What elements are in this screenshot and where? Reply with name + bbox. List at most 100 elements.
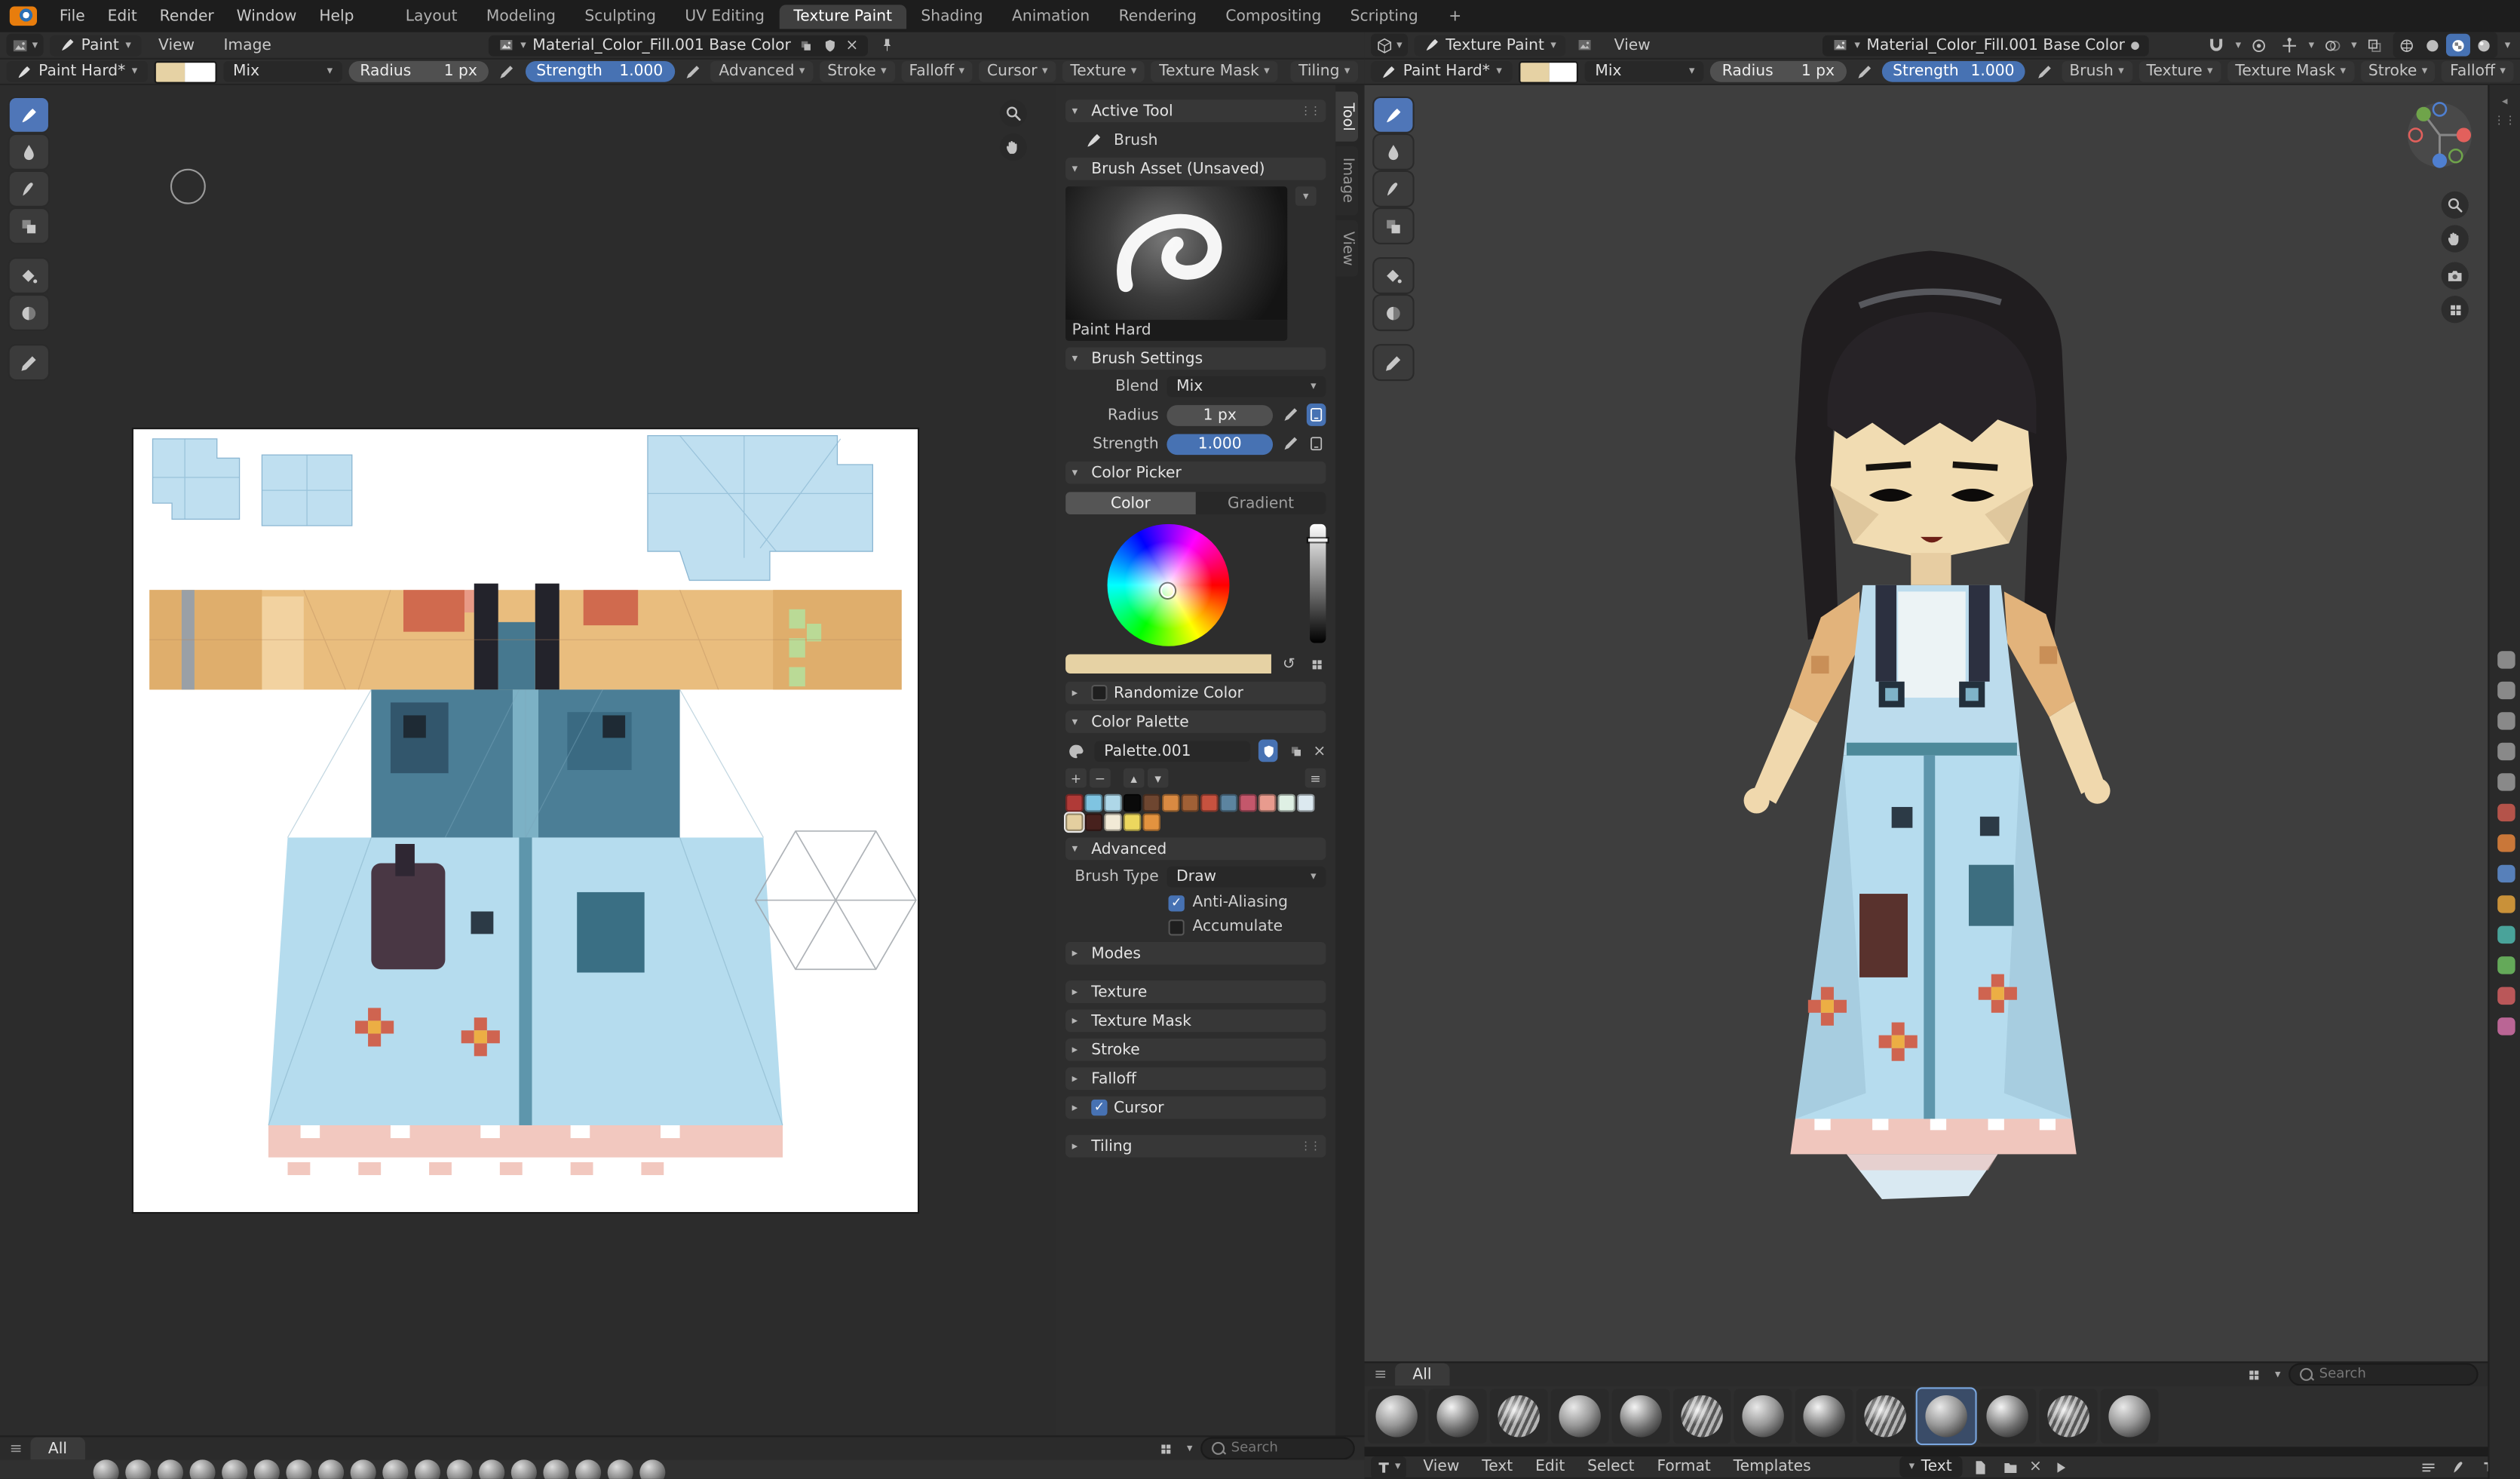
brush-color-swatches[interactable] (154, 60, 217, 83)
radius-field[interactable]: 1 px (1166, 404, 1273, 425)
editor-type-text-icon[interactable]: ▾ (1371, 1456, 1406, 1478)
brush-thumbnail[interactable] (1429, 1389, 1487, 1444)
brush-thumbnail[interactable] (1918, 1389, 1976, 1444)
strength-pressure-icon[interactable] (681, 60, 705, 83)
brush-thumbnail[interactable] (2101, 1389, 2159, 1444)
menu-file[interactable]: File (48, 4, 97, 28)
panel-texture[interactable]: ▸Texture (1065, 980, 1326, 1003)
character-model[interactable] (1654, 225, 2216, 1221)
brush-thumbnail[interactable] (1368, 1389, 1426, 1444)
brush-thumbnail[interactable] (415, 1459, 440, 1479)
properties-tab-output-icon[interactable] (2497, 712, 2514, 729)
tool-soften-button[interactable] (1374, 135, 1412, 169)
texture-image[interactable] (133, 429, 918, 1212)
brush-thumbnail[interactable] (94, 1459, 119, 1479)
option-anti-aliasing[interactable]: ✓Anti-Aliasing (1065, 894, 1326, 911)
workspace-tab-texture-paint[interactable]: Texture Paint (779, 4, 906, 28)
radius-slider[interactable]: Radius1 px (348, 61, 488, 82)
tool-fill-button[interactable] (1374, 259, 1412, 293)
tool-smear-button[interactable] (1374, 172, 1412, 206)
palette-swatch[interactable] (1124, 813, 1141, 830)
workspace-tab-shading[interactable]: Shading (906, 4, 998, 28)
duplicate-palette-icon[interactable] (1286, 739, 1305, 762)
brush-color-swatches[interactable] (1518, 60, 1579, 83)
show-gizmos-icon[interactable] (2278, 34, 2302, 57)
shelf-tab-all[interactable]: All (30, 1437, 84, 1459)
brush-thumbnail[interactable] (1734, 1389, 1792, 1444)
brush-thumbnail[interactable] (190, 1459, 216, 1479)
chevron-down-icon[interactable]: ▾ (2275, 1369, 2280, 1380)
text-menu-select[interactable]: Select (1576, 1455, 1645, 1479)
editor-corner-icon[interactable]: ◂ (2490, 85, 2520, 108)
unlink-palette-icon[interactable]: × (1313, 742, 1326, 759)
tool-annotate-button[interactable] (1374, 345, 1412, 379)
properties-tab-scene-icon[interactable] (2497, 773, 2514, 790)
workspace-tab-sculpting[interactable]: Sculpting (570, 4, 670, 28)
color-wheel-cursor[interactable] (1160, 584, 1175, 598)
open-text-icon[interactable] (1998, 1456, 2022, 1478)
blend-dropdown[interactable]: Mix▾ (1166, 376, 1326, 397)
panel-tiling[interactable]: ▸Tiling⋮⋮ (1065, 1135, 1326, 1158)
radius-slider[interactable]: Radius1 px (1711, 61, 1846, 82)
unlink-text-icon[interactable]: × (2029, 1458, 2042, 1475)
text-datablock[interactable]: ▾Text (1899, 1456, 1962, 1477)
palette-swatch[interactable] (1142, 813, 1160, 830)
add-workspace-button[interactable]: + (1434, 4, 1476, 28)
properties-tab-physics-icon[interactable] (2497, 895, 2514, 913)
refresh-color-icon[interactable]: ↺ (1280, 652, 1299, 675)
brush-thumbnail[interactable] (1612, 1389, 1670, 1444)
panel-advanced[interactable]: ▾Advanced (1065, 837, 1326, 860)
duplicate-image-icon[interactable] (797, 34, 814, 57)
popover-stroke[interactable]: Stroke▾ (820, 61, 895, 82)
brush-thumbnail[interactable] (254, 1459, 280, 1479)
secondary-color-swatch[interactable] (185, 62, 216, 81)
brush-thumbnail[interactable] (447, 1459, 473, 1479)
popover-texture-mask[interactable]: Texture Mask▾ (2227, 61, 2354, 82)
shelf-menu-icon[interactable]: ≡ (10, 1440, 23, 1457)
palette-remove-button[interactable]: − (1090, 769, 1111, 788)
strength-field[interactable]: 1.000 (1166, 433, 1273, 454)
brush-thumbnail[interactable] (1795, 1389, 1853, 1444)
brush-thumbnail[interactable] (318, 1459, 344, 1479)
navigation-gizmo[interactable] (2406, 101, 2474, 169)
randomize-checkbox[interactable] (1091, 685, 1107, 701)
shading-rendered-icon[interactable] (2472, 34, 2497, 57)
properties-tab-world-icon[interactable] (2497, 804, 2514, 821)
menu-edit[interactable]: Edit (97, 4, 149, 28)
palette-name-field[interactable]: Palette.001 (1094, 741, 1250, 762)
brush-preview[interactable]: Paint Hard (1065, 186, 1287, 341)
tablet-pressure-toggle[interactable] (1307, 404, 1326, 426)
value-slider-handle[interactable] (1308, 539, 1328, 542)
fake-user-shield-icon[interactable] (1258, 739, 1278, 762)
brush-thumbnail[interactable] (351, 1459, 376, 1479)
panel-active-tool[interactable]: ▾Active Tool⋮⋮ (1065, 100, 1326, 122)
sidebar-tab-tool[interactable]: Tool (1335, 91, 1358, 142)
color-picker-tab-gradient[interactable]: Gradient (1196, 492, 1326, 514)
properties-tab-object-icon[interactable] (2497, 834, 2514, 851)
tiling-popover[interactable]: Tiling▾ (1290, 61, 1358, 82)
panel-stroke[interactable]: ▸Stroke (1065, 1039, 1326, 1061)
tool-draw-button[interactable] (1374, 98, 1412, 132)
palette-swatch[interactable] (1104, 794, 1121, 812)
color-grid-icon[interactable] (1307, 652, 1326, 675)
blender-logo-icon[interactable] (10, 7, 37, 26)
sidebar-tab-view[interactable]: View (1335, 219, 1358, 276)
pan-hand-icon[interactable] (1000, 133, 1027, 161)
brush-thumbnail[interactable] (1979, 1389, 2037, 1444)
properties-tab-object-data-icon[interactable] (2497, 956, 2514, 974)
fake-user-dot-icon[interactable] (2132, 41, 2140, 49)
show-overlays-icon[interactable] (2321, 34, 2345, 57)
shading-material-icon[interactable] (2447, 34, 2471, 57)
strength-pressure-icon[interactable] (1281, 432, 1298, 455)
palette-swatch[interactable] (1124, 794, 1141, 812)
pin-icon[interactable] (875, 34, 899, 57)
menu-view[interactable]: View (147, 33, 206, 57)
workspace-tab-layout[interactable]: Layout (391, 4, 472, 28)
palette-swatch[interactable] (1200, 794, 1218, 812)
properties-tab-constraints-icon[interactable] (2497, 926, 2514, 944)
text-menu-edit[interactable]: Edit (1524, 1455, 1576, 1479)
panel-color-picker[interactable]: ▾Color Picker (1065, 462, 1326, 484)
checkbox-accumulate[interactable] (1169, 919, 1185, 934)
properties-tab-view-layer-icon[interactable] (2497, 743, 2514, 760)
brush-thumbnail[interactable] (639, 1459, 665, 1479)
